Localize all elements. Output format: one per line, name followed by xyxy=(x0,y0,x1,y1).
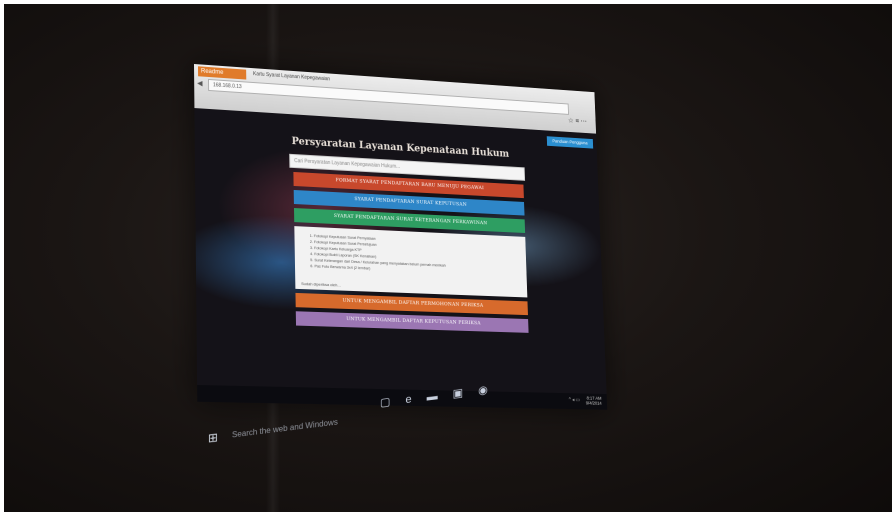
requirement-detail: Fotokopi Keputusan Surat Pernyataan Foto… xyxy=(294,226,527,297)
bottom-band-1[interactable]: UNTUK MENGAMBIL DAFTAR KEPUTUSAN PERIKSA xyxy=(296,311,529,333)
web-page: Panduan Pengguna Persyaratan Layanan Kep… xyxy=(194,108,606,394)
back-icon[interactable]: ◀ xyxy=(197,79,202,87)
photo-background: Readme Kartu Syarat Layanan Kepegawaian … xyxy=(4,4,892,512)
guide-button[interactable]: Panduan Pengguna xyxy=(547,136,593,148)
system-tray[interactable]: ^ ◂ ▭ xyxy=(569,397,580,403)
monitor-screen: Readme Kartu Syarat Layanan Kepegawaian … xyxy=(194,64,607,410)
tab-title: Kartu Syarat Layanan Kepegawaian xyxy=(253,71,330,82)
address-bar[interactable]: 168.168.0.13 xyxy=(208,79,569,115)
windows-logo-icon[interactable]: ⊞ xyxy=(208,430,218,445)
content-note: Sudah diperiksa oleh... xyxy=(301,281,341,288)
clock-date: 9/4/2014 xyxy=(586,400,602,405)
browser-tab[interactable]: Readme xyxy=(198,66,246,79)
toolbar-icons[interactable]: ☆ ≡ ⋯ xyxy=(568,117,587,126)
clock: 8:17 AM 9/4/2014 xyxy=(586,396,602,406)
taskbar-search[interactable]: Search the web and Windows xyxy=(232,417,338,439)
